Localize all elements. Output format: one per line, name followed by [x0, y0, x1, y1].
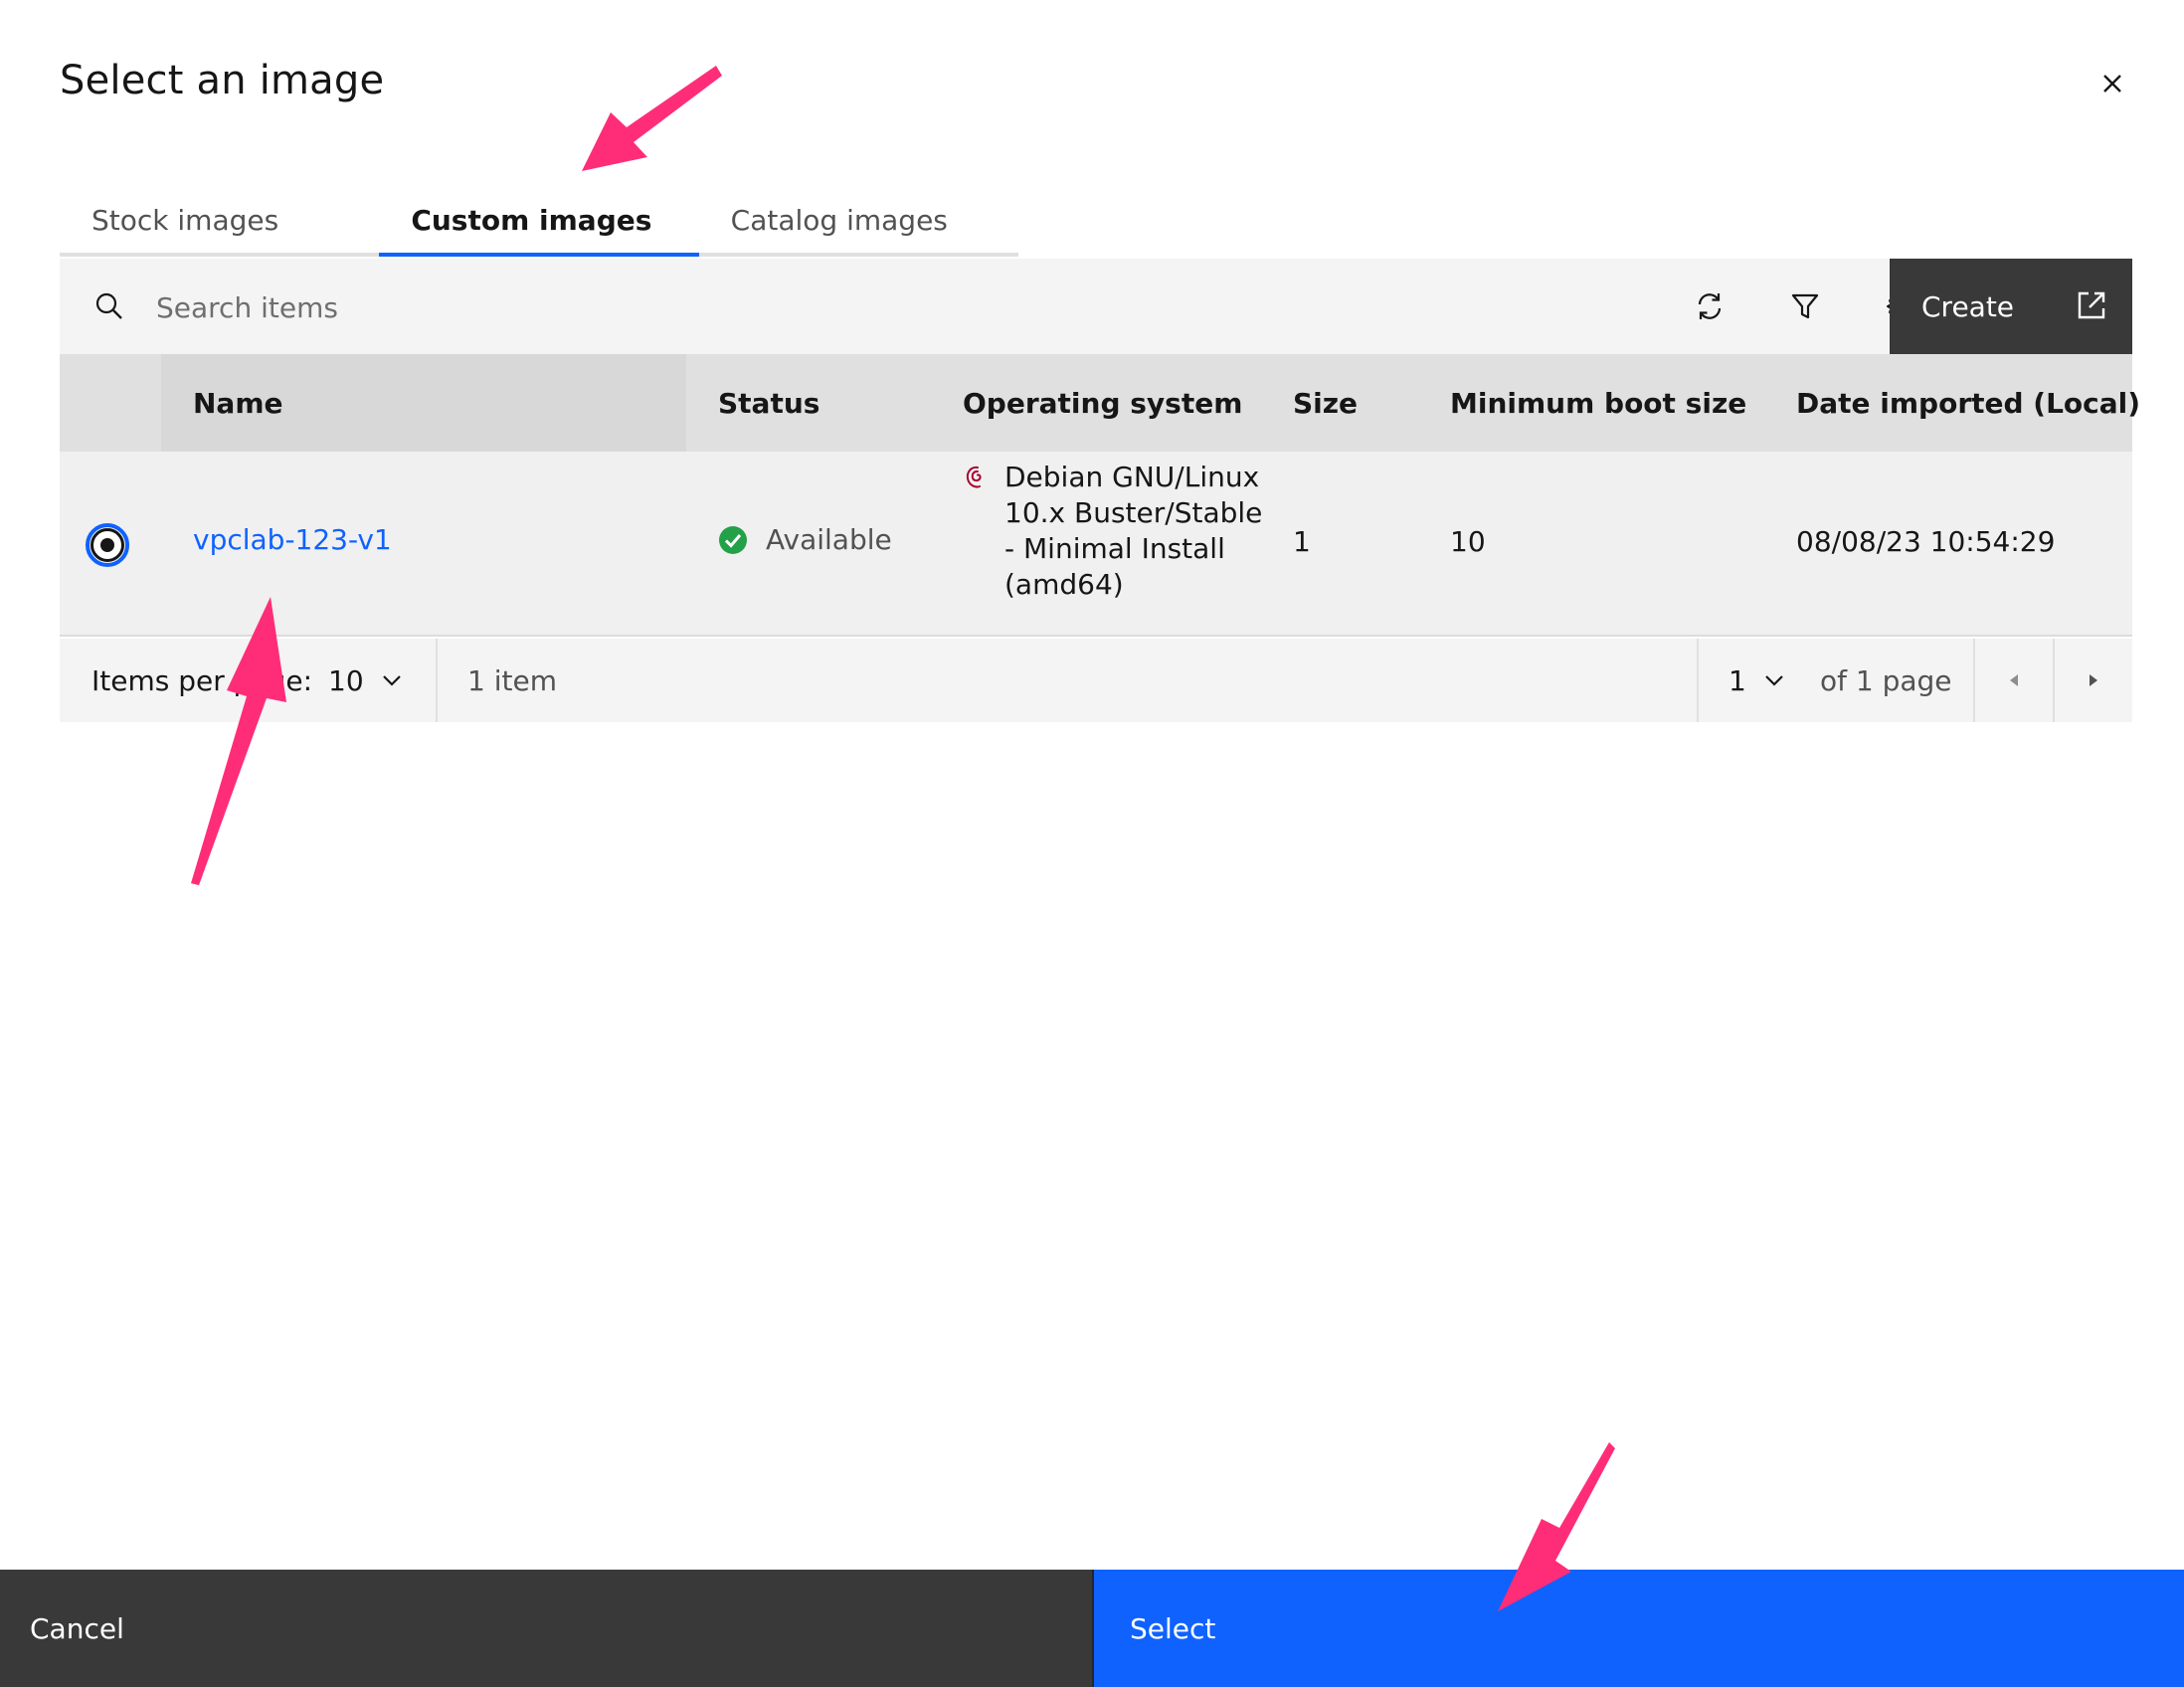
previous-page-button[interactable]: [1975, 639, 2053, 722]
close-icon: [2103, 75, 2121, 93]
column-header-status[interactable]: Status: [718, 354, 819, 452]
page-total: of 1 page: [1820, 663, 1952, 697]
select-button[interactable]: Select: [1094, 1570, 2184, 1687]
table-header: Name Status Operating system Size Minimu…: [60, 354, 2140, 452]
pagination-divider: [436, 639, 438, 722]
status-text: Available: [766, 523, 892, 556]
caret-left-icon: [2010, 674, 2018, 686]
debian-icon: [966, 466, 982, 488]
dialog-footer: Cancel Select: [0, 1570, 2184, 1687]
column-header-min-boot-size[interactable]: Minimum boot size: [1450, 354, 1746, 452]
page-value: 1: [1729, 663, 1746, 697]
tab-stock-images[interactable]: Stock images: [60, 179, 380, 257]
cancel-button[interactable]: Cancel: [0, 1570, 1094, 1687]
dialog-title: Select an image: [60, 58, 385, 103]
refresh-icon: [1698, 293, 1722, 319]
column-header-date-imported[interactable]: Date imported (Local): [1796, 354, 2140, 452]
radio-ring: [91, 528, 124, 562]
chevron-down-icon: [382, 675, 401, 686]
column-header-size[interactable]: Size: [1293, 354, 1358, 452]
items-per-page-label: Items per page:: [91, 663, 313, 697]
annotation-arrow-tabs: [582, 66, 722, 171]
filter-icon: [1791, 293, 1819, 319]
table-row[interactable]: vpclab-123-v1 Available Debian GNU/Linux…: [60, 452, 2132, 637]
item-count: 1 item: [467, 663, 557, 697]
size-cell: 1: [1293, 525, 1311, 558]
tab-custom-images[interactable]: Custom images: [379, 179, 699, 257]
pagination-bar: Items per page: 10 1 item 1 of 1 page: [60, 639, 2132, 722]
date-imported-cell: 08/08/23 10:54:29: [1796, 525, 2056, 558]
tab-catalog-images[interactable]: Catalog images: [698, 179, 1018, 257]
create-button-label: Create: [1921, 289, 2015, 323]
image-tabs: Stock images Custom images Catalog image…: [60, 179, 1018, 257]
row-select-radio[interactable]: [86, 523, 129, 567]
chevron-down-icon: [1765, 675, 1783, 686]
image-name-link[interactable]: vpclab-123-v1: [193, 523, 392, 556]
status-cell: Available: [718, 523, 892, 556]
refresh-button[interactable]: [1662, 259, 1757, 354]
next-page-button[interactable]: [2055, 639, 2132, 722]
close-button[interactable]: [2089, 60, 2136, 107]
radio-dot: [100, 538, 114, 552]
search-input[interactable]: [154, 277, 1550, 338]
table-toolbar: Create: [60, 259, 2132, 354]
items-per-page-select[interactable]: 10: [328, 639, 402, 722]
checkmark-filled-icon: [719, 525, 747, 554]
caret-right-icon: [2090, 674, 2097, 686]
pagination-divider: [1697, 639, 1699, 722]
create-button[interactable]: Create: [1890, 259, 2132, 354]
min-boot-size-cell: 10: [1450, 525, 1486, 558]
os-text: Debian GNU/Linux 10.x Buster/Stable - Mi…: [1004, 461, 1263, 601]
column-header-name[interactable]: Name: [193, 354, 283, 452]
filter-button[interactable]: [1757, 259, 1853, 354]
search-icon: [90, 286, 129, 326]
column-header-os[interactable]: Operating system: [963, 354, 1242, 452]
page-select[interactable]: 1: [1729, 639, 1784, 722]
items-per-page-value: 10: [328, 663, 364, 697]
external-link-icon: [2078, 291, 2105, 319]
